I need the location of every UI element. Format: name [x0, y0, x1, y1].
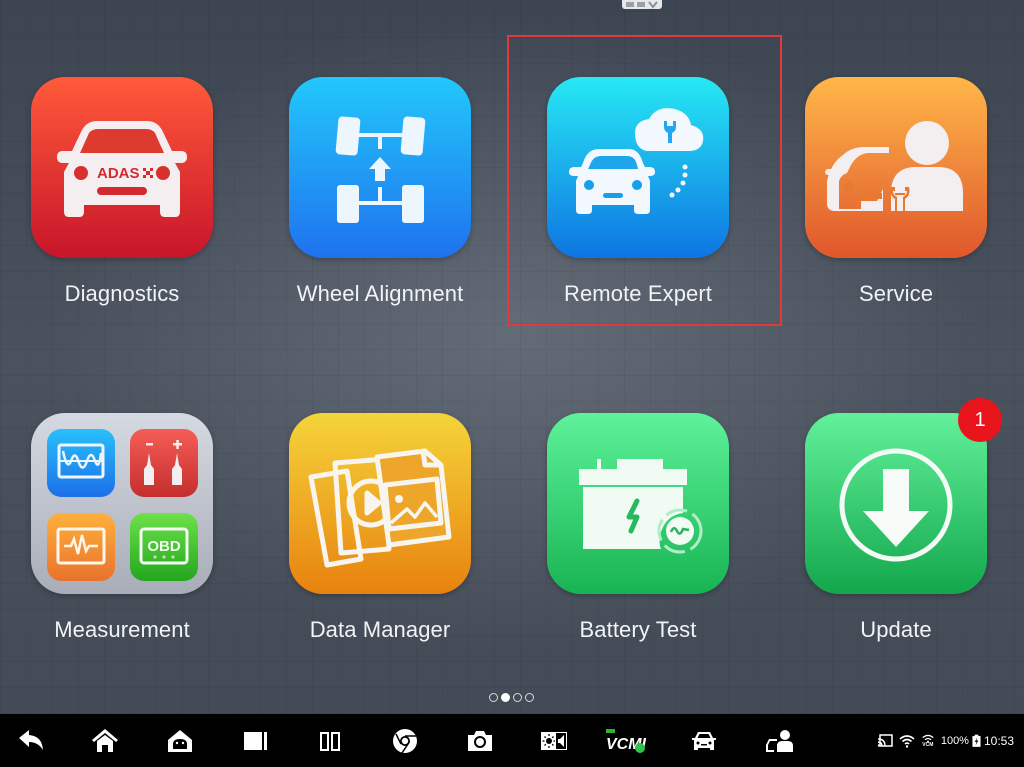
- app-label: Diagnostics: [64, 281, 180, 306]
- home-button[interactable]: [88, 724, 122, 758]
- chrome-browser-icon: [393, 729, 417, 754]
- car-adas-icon: ADAS: [31, 77, 213, 258]
- handle-apps-icon: [637, 2, 645, 7]
- vehicle-button[interactable]: [687, 724, 721, 758]
- app-service[interactable]: Service: [771, 77, 1021, 307]
- navigation-bar: VCMI VCM 100% 10:53: [0, 714, 1024, 767]
- waveform-icon: [47, 513, 115, 581]
- multimeter-probes-icon: [130, 429, 198, 497]
- adas-text: ADAS: [97, 165, 140, 182]
- measurement-icon: OBD: [31, 413, 213, 594]
- app-label: Update: [860, 617, 932, 642]
- app-label: Wheel Alignment: [296, 281, 464, 306]
- chrome-button[interactable]: [388, 724, 422, 758]
- vcm-connection-icon: VCM: [921, 734, 935, 748]
- notification-pull-handle[interactable]: [622, 0, 662, 9]
- back-button[interactable]: [14, 724, 48, 758]
- app-label: Battery Test: [579, 617, 697, 642]
- battery-percent: 100%: [940, 734, 969, 747]
- app-label: Service: [858, 281, 934, 306]
- clock: 10:53: [983, 733, 1014, 748]
- page-dot[interactable]: [489, 693, 498, 702]
- obd-icon: OBD: [130, 513, 198, 581]
- car-icon: [692, 732, 716, 750]
- recent-apps-button[interactable]: [238, 724, 272, 758]
- page-dot-active[interactable]: [501, 693, 510, 702]
- vcmi-icon: VCMI: [606, 729, 647, 753]
- service-technician-icon: [805, 77, 987, 258]
- android-home-icon: [168, 730, 192, 752]
- app-data-manager[interactable]: Data Manager: [255, 413, 505, 643]
- home-screen: ADAS Diagnostics Wheel Alignment Remote …: [0, 0, 1024, 714]
- split-screen-icon: [320, 732, 340, 751]
- brightness-volume-icon: [541, 732, 567, 750]
- wifi-icon: [899, 734, 915, 748]
- update-download-icon: [805, 413, 987, 594]
- chevron-down-icon: [648, 0, 658, 9]
- app-remote-expert[interactable]: Remote Expert: [513, 77, 763, 307]
- brightness-volume-button[interactable]: [537, 724, 571, 758]
- handle-grid-icon: [626, 2, 634, 7]
- page-indicator: [489, 693, 534, 702]
- service-shortcut-button[interactable]: [762, 724, 796, 758]
- camera-icon: [468, 731, 492, 751]
- app-label: Remote Expert: [563, 281, 713, 306]
- app-wheel-alignment[interactable]: Wheel Alignment: [255, 77, 505, 307]
- app-battery-test[interactable]: Battery Test: [513, 413, 763, 643]
- vcmi-button[interactable]: VCMI: [604, 724, 648, 758]
- app-label: Data Manager: [309, 617, 451, 642]
- back-icon: [19, 730, 43, 750]
- app-diagnostics[interactable]: ADAS Diagnostics: [0, 77, 247, 307]
- app-update[interactable]: Update: [771, 413, 1021, 643]
- wheel-alignment-icon: [289, 77, 471, 258]
- page-dot[interactable]: [525, 693, 534, 702]
- data-manager-icon: [289, 413, 471, 594]
- app-label: Measurement: [54, 617, 190, 642]
- page-dot[interactable]: [513, 693, 522, 702]
- oscilloscope-icon: [47, 429, 115, 497]
- cast-icon: [877, 733, 893, 747]
- svg-text:OBD: OBD: [147, 538, 181, 555]
- recent-apps-icon: [244, 732, 267, 750]
- app-measurement[interactable]: OBD Measurement: [0, 413, 247, 643]
- home-icon: [92, 729, 118, 752]
- screenshot-button[interactable]: [463, 724, 497, 758]
- update-count-badge: 1: [958, 398, 1002, 442]
- split-screen-button[interactable]: [313, 724, 347, 758]
- remote-expert-icon: [547, 77, 729, 258]
- service-icon: [766, 730, 793, 752]
- battery-charging-icon: [972, 734, 981, 747]
- android-home-button[interactable]: [163, 724, 197, 758]
- battery-test-icon: [547, 413, 729, 594]
- status-area[interactable]: VCM 100% 10:53: [877, 714, 1014, 767]
